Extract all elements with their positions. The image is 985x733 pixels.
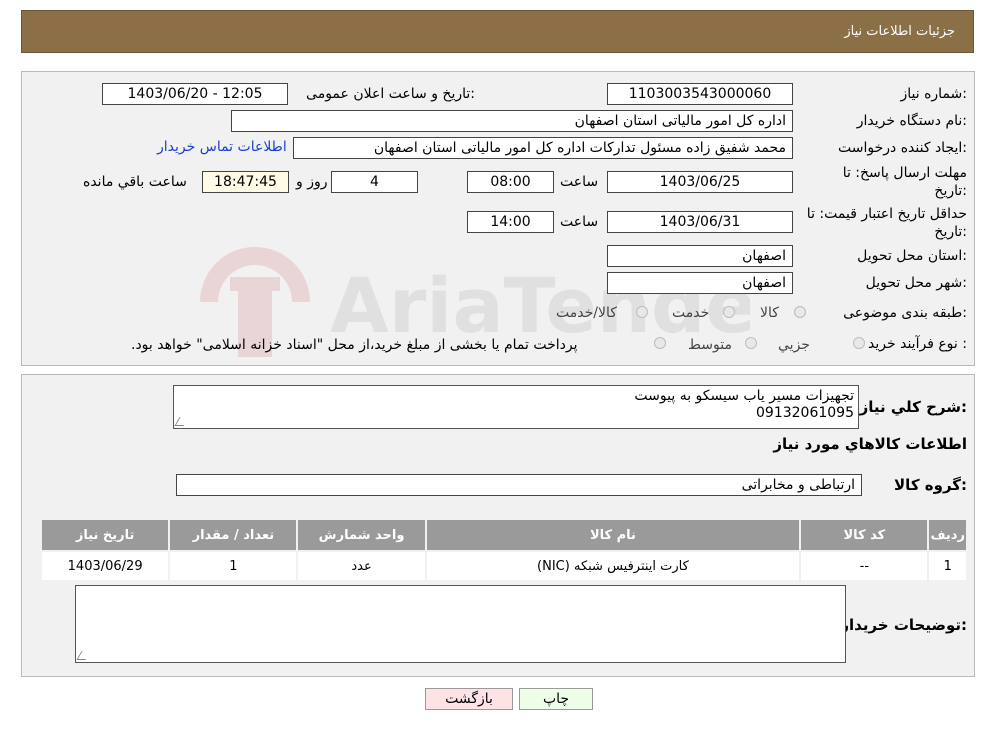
- announce-field: 1403/06/20 - 12:05: [102, 83, 288, 105]
- process-checkbox-treasury[interactable]: [654, 337, 666, 349]
- process-option-small: جزیي: [778, 337, 810, 353]
- category-label: طبقه بندی موضوعی:: [843, 305, 967, 321]
- province-field: اصفهان: [607, 245, 793, 267]
- need-number-field: 1103003543000060: [607, 83, 793, 105]
- process-radio-medium[interactable]: [745, 337, 757, 349]
- summary-textarea[interactable]: تجهیزات مسیر یاب سیسکو به پیوست 09132061…: [173, 385, 859, 429]
- province-label: استان محل تحویل:: [857, 248, 967, 264]
- cell-unit: عدد: [298, 552, 425, 580]
- deadline-label-line1: مهلت ارسال پاسخ: تا: [842, 165, 967, 181]
- city-label: شهر محل تحویل:: [865, 275, 967, 291]
- buyer-notes-textarea[interactable]: [75, 585, 846, 663]
- col-quantity: تعداد / مقدار: [170, 520, 297, 550]
- page-header: جزئیات اطلاعات نیاز: [21, 10, 974, 53]
- col-item-code: کد کالا: [801, 520, 928, 550]
- validity-time-field: 14:00: [467, 211, 554, 233]
- deadline-time-label: ساعت: [560, 174, 599, 190]
- validity-label-line1: حداقل تاریخ اعتبار قیمت: تا: [806, 206, 967, 222]
- process-note: پرداخت تمام یا بخشی از مبلغ خرید،از محل …: [131, 337, 578, 353]
- announce-label: تاریخ و ساعت اعلان عمومی:: [306, 86, 475, 102]
- col-item-name: نام کالا: [426, 520, 800, 550]
- buyer-org-field: اداره کل امور مالیاتی استان اصفهان: [231, 110, 793, 132]
- days-label: روز و: [296, 174, 328, 190]
- page-title: جزئیات اطلاعات نیاز: [844, 24, 955, 39]
- cell-item-name: کارت اینترفیس شبکه (NIC): [426, 552, 800, 580]
- category-radio-goods-service[interactable]: [636, 306, 648, 318]
- back-button[interactable]: بازگشت: [425, 688, 513, 710]
- buyer-org-label: نام دستگاه خریدار:: [856, 113, 967, 129]
- summary-line-2: 09132061095: [756, 405, 854, 421]
- deadline-time-field: 08:00: [467, 171, 554, 193]
- remaining-time-field: 18:47:45: [202, 171, 289, 193]
- cell-need-date: 1403/06/29: [42, 552, 169, 580]
- items-table-header: ردیف کد کالا نام کالا واحد شمارش تعداد /…: [42, 520, 966, 550]
- items-table: ردیف کد کالا نام کالا واحد شمارش تعداد /…: [40, 518, 968, 582]
- need-number-label: شماره نیاز:: [900, 86, 967, 102]
- deadline-date-field: 1403/06/25: [607, 171, 793, 193]
- goods-info-title: اطلاعات کالاهاي مورد نياز: [773, 435, 967, 453]
- process-radio-small[interactable]: [853, 337, 865, 349]
- resize-grip-icon[interactable]: [174, 417, 189, 426]
- summary-label: شرح کلي نياز:: [859, 398, 967, 416]
- summary-line-1: تجهیزات مسیر یاب سیسکو به پیوست: [634, 388, 854, 404]
- goods-group-label: گروه کالا:: [894, 476, 967, 494]
- category-option-goods: کالا: [760, 305, 779, 321]
- category-option-goods-service: کالا/خدمت: [556, 305, 617, 321]
- deadline-label-line2: تاریخ:: [934, 183, 967, 199]
- col-row-number: ردیف: [929, 520, 966, 550]
- cell-quantity: 1: [170, 552, 297, 580]
- category-option-service: خدمت: [672, 305, 710, 321]
- table-row: 1 -- کارت اینترفیس شبکه (NIC) عدد 1 1403…: [42, 552, 966, 580]
- requester-field: محمد شفیق زاده مسئول تدارکات اداره کل ام…: [293, 137, 793, 159]
- cell-row-number: 1: [929, 552, 966, 580]
- buyer-notes-label: توضیحات خریدار:: [840, 616, 967, 634]
- print-button[interactable]: چاپ: [519, 688, 593, 710]
- validity-date-field: 1403/06/31: [607, 211, 793, 233]
- cell-item-code: --: [801, 552, 928, 580]
- days-field: 4: [331, 171, 418, 193]
- process-label: نوع فرآیند خرید :: [868, 336, 967, 352]
- remaining-label: ساعت باقي مانده: [83, 174, 187, 190]
- category-radio-goods[interactable]: [794, 306, 806, 318]
- validity-time-label: ساعت: [560, 214, 599, 230]
- buyer-contact-link[interactable]: اطلاعات تماس خریدار: [157, 139, 287, 155]
- process-option-medium: متوسط: [688, 337, 732, 353]
- requester-label: ایجاد کننده درخواست:: [838, 140, 967, 156]
- col-need-date: تاریخ نیاز: [42, 520, 169, 550]
- city-field: اصفهان: [607, 272, 793, 294]
- validity-label-line2: تاریخ:: [934, 224, 967, 240]
- goods-group-field: ارتباطی و مخابراتی: [176, 474, 862, 496]
- col-unit: واحد شمارش: [298, 520, 425, 550]
- category-radio-service[interactable]: [723, 306, 735, 318]
- resize-grip-icon[interactable]: [76, 651, 91, 660]
